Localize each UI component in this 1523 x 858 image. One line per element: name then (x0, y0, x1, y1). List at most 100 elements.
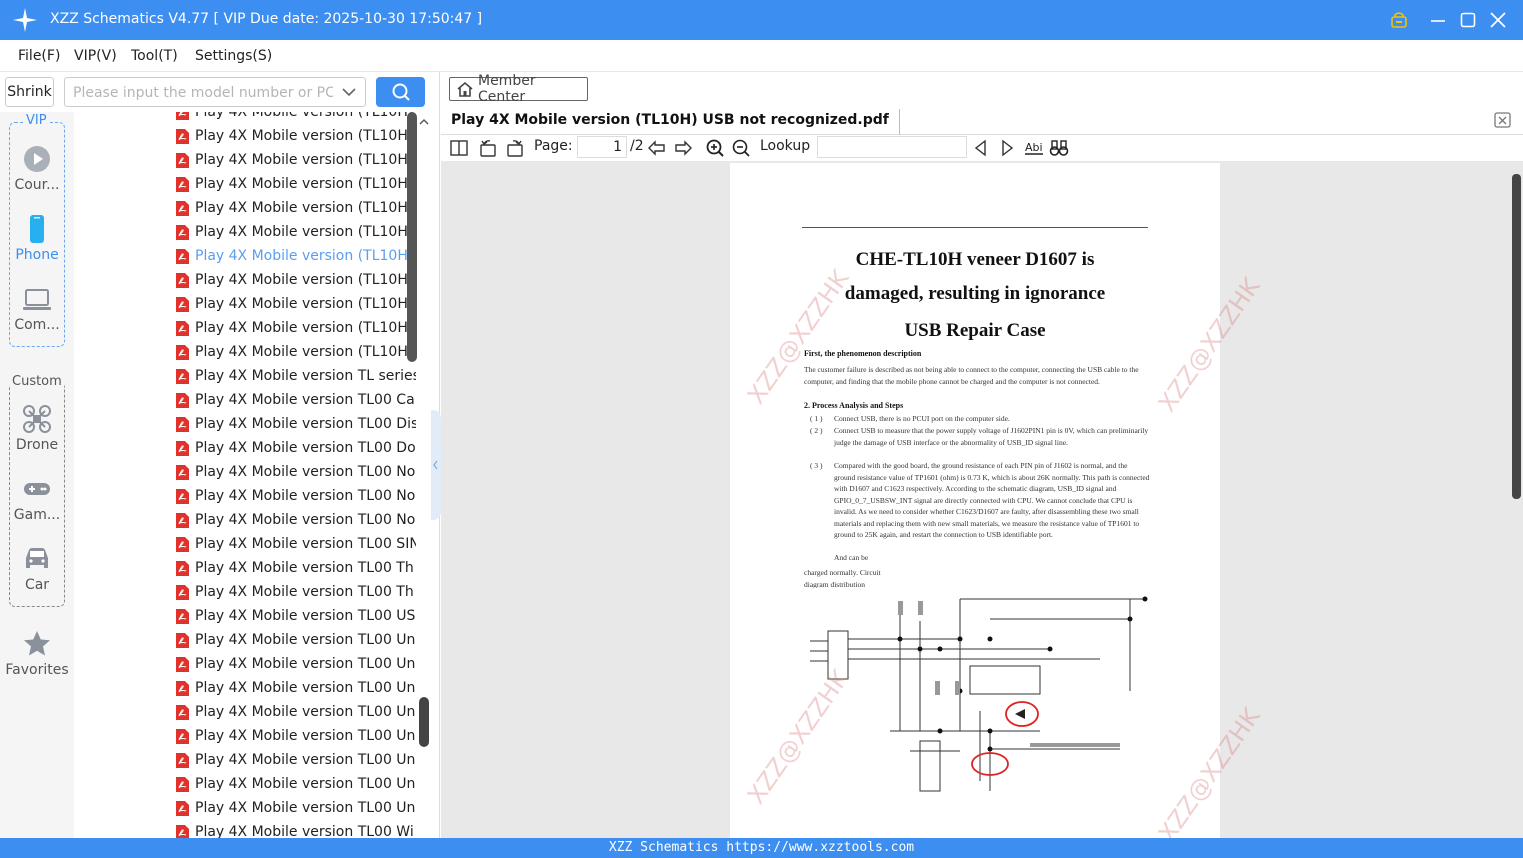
document-tab[interactable]: Play 4X Mobile version (TL10H) USB not r… (451, 109, 900, 135)
file-list-item[interactable]: Play 4X Mobile version TL00 Un (176, 628, 416, 652)
category-drone[interactable]: Drone (0, 404, 74, 453)
file-list-item[interactable]: Play 4X Mobile version TL00 No (176, 484, 416, 508)
file-list-item-label: Play 4X Mobile version TL00 No (195, 464, 416, 480)
custom-group-label: Custom (10, 374, 64, 389)
file-list-item[interactable]: Play 4X Mobile version TL00 Un (176, 724, 416, 748)
lock-icon[interactable] (1388, 9, 1410, 31)
search-button[interactable] (376, 77, 425, 107)
file-list-item-label: Play 4X Mobile version TL00 Th (195, 584, 414, 600)
category-car[interactable]: Car (0, 544, 74, 593)
find-previous-icon[interactable] (971, 138, 991, 158)
file-list-item[interactable]: Play 4X Mobile version (TL10H) (176, 292, 416, 316)
chevron-down-icon[interactable] (341, 84, 357, 100)
file-list-item[interactable]: Play 4X Mobile version TL00 Un (176, 652, 416, 676)
file-list-item[interactable]: Play 4X Mobile version (TL10H) (176, 268, 416, 292)
file-list-item-label: Play 4X Mobile version (TL10H) (195, 272, 414, 288)
file-list-item-label: Play 4X Mobile version (TL10H) (195, 152, 414, 168)
menu-tool[interactable]: Tool(T) (131, 48, 178, 64)
header-rule (802, 227, 1148, 228)
menu-file[interactable]: File(F) (18, 48, 60, 64)
scroll-up-icon[interactable] (418, 116, 430, 128)
file-list-item[interactable]: Play 4X Mobile version TL00 Un (176, 772, 416, 796)
file-list-item[interactable]: Play 4X Mobile version TL00 No (176, 460, 416, 484)
lookup-input[interactable] (817, 136, 967, 158)
file-list-item-label: Play 4X Mobile version (TL10H) (195, 224, 414, 240)
pdf-viewer[interactable]: CHE-TL10H veneer D1607 is damaged, resul… (441, 161, 1523, 838)
file-list-item[interactable]: Play 4X Mobile version TL00 Wi (176, 820, 416, 838)
rotate-left-icon[interactable] (478, 138, 498, 158)
pdf-file-icon (176, 488, 189, 504)
file-list-item[interactable]: Play 4X Mobile version (TL10H) (176, 172, 416, 196)
close-tab-icon[interactable] (1493, 110, 1513, 130)
file-list-item[interactable]: Play 4X Mobile version (TL10H) (176, 244, 416, 268)
file-list-item-label: Play 4X Mobile version TL00 No (195, 488, 416, 504)
pdf-file-icon (176, 272, 189, 288)
file-list-item[interactable]: Play 4X Mobile version TL00 US (176, 604, 416, 628)
play-circle-icon (24, 146, 50, 172)
category-computer[interactable]: Com... (0, 284, 74, 333)
search-input[interactable] (73, 83, 333, 103)
file-list-item[interactable]: Play 4X Mobile version TL00 Un (176, 676, 416, 700)
menu-vip[interactable]: VIP(V) (74, 48, 117, 64)
member-center-label: Member Center (477, 73, 536, 105)
two-page-icon[interactable] (449, 138, 469, 158)
rotate-right-icon[interactable] (505, 138, 525, 158)
category-game[interactable]: Gam... (0, 474, 74, 523)
file-list-item[interactable]: Play 4X Mobile version (TL10H) (176, 220, 416, 244)
pdf-file-icon (176, 632, 189, 648)
file-list-item[interactable]: Play 4X Mobile version TL00 Un (176, 748, 416, 772)
file-list-item[interactable]: Play 4X Mobile version TL00 Ca: (176, 388, 416, 412)
file-list-item-label: Play 4X Mobile version TL00 US (195, 608, 416, 624)
file-list-item[interactable]: Play 4X Mobile version TL00 Un (176, 700, 416, 724)
find-next-icon[interactable] (997, 138, 1017, 158)
category-favorites[interactable]: Favorites (0, 629, 74, 678)
app-logo-icon (13, 8, 37, 32)
zoom-in-icon[interactable] (705, 138, 725, 158)
file-list-item-label: Play 4X Mobile version (TL10H) (195, 320, 414, 336)
pdf-file-icon (176, 320, 189, 336)
viewer-scrollbar[interactable] (1512, 174, 1521, 499)
search-box[interactable] (64, 77, 366, 107)
category-courses[interactable]: Cour... (0, 144, 74, 193)
previous-page-icon[interactable] (647, 138, 667, 158)
file-list-item[interactable]: Play 4X Mobile version TL series (176, 364, 416, 388)
file-list-item[interactable]: Play 4X Mobile version TL00 Th (176, 556, 416, 580)
page-number-input[interactable]: 1 (577, 136, 627, 158)
file-list-item[interactable]: Play 4X Mobile version TL00 Un (176, 796, 416, 820)
find-all-binoculars-icon[interactable] (1049, 138, 1069, 158)
file-list-item[interactable]: Play 4X Mobile version (TL10H) (176, 124, 416, 148)
zoom-out-icon[interactable] (731, 138, 751, 158)
maximize-icon[interactable] (1457, 9, 1479, 31)
file-list-scrollbar[interactable] (407, 112, 417, 362)
close-icon[interactable] (1487, 9, 1509, 31)
file-list-item[interactable]: Play 4X Mobile version (TL10H) (176, 196, 416, 220)
svg-text:Abi: Abi (1025, 141, 1043, 154)
file-list-item[interactable]: Play 4X Mobile version (TL10H) (176, 340, 416, 364)
menu-settings[interactable]: Settings(S) (195, 48, 272, 64)
file-list-item-label: Play 4X Mobile version TL00 Un (195, 752, 416, 768)
file-list-item[interactable]: Play 4X Mobile version TL00 Dis (176, 412, 416, 436)
file-list-item[interactable]: Play 4X Mobile version TL00 Th (176, 580, 416, 604)
car-icon (26, 548, 48, 568)
file-list-item[interactable]: Play 4X Mobile version (TL10H) (176, 112, 416, 124)
category-phone[interactable]: Phone (0, 214, 74, 263)
file-list-item-label: Play 4X Mobile version (TL10H) (195, 176, 414, 192)
member-center-button[interactable]: Member Center (449, 73, 588, 105)
pdf-file-icon (176, 416, 189, 432)
pdf-file-icon (176, 536, 189, 552)
file-list-item[interactable]: Play 4X Mobile version (TL10H) (176, 148, 416, 172)
menu-bar: File(F) VIP(V) Tool(T) Settings(S) (0, 40, 1523, 72)
minimize-icon[interactable] (1427, 9, 1449, 31)
file-list-item[interactable]: Play 4X Mobile version TL00 No (176, 508, 416, 532)
file-list-item-label: Play 4X Mobile version (TL10H) (195, 112, 414, 120)
secondary-scrollbar[interactable] (419, 697, 429, 747)
shrink-button[interactable]: Shrink (5, 77, 54, 107)
file-list-item[interactable]: Play 4X Mobile version TL00 Do (176, 436, 416, 460)
match-case-icon[interactable]: Abi (1024, 138, 1044, 158)
category-car-label: Car (24, 577, 50, 593)
next-page-icon[interactable] (673, 138, 693, 158)
file-list-item[interactable]: Play 4X Mobile version (TL10H) (176, 316, 416, 340)
collapse-handle[interactable] (431, 410, 441, 520)
pdf-file-icon (176, 224, 189, 240)
file-list-item[interactable]: Play 4X Mobile version TL00 SIN (176, 532, 416, 556)
